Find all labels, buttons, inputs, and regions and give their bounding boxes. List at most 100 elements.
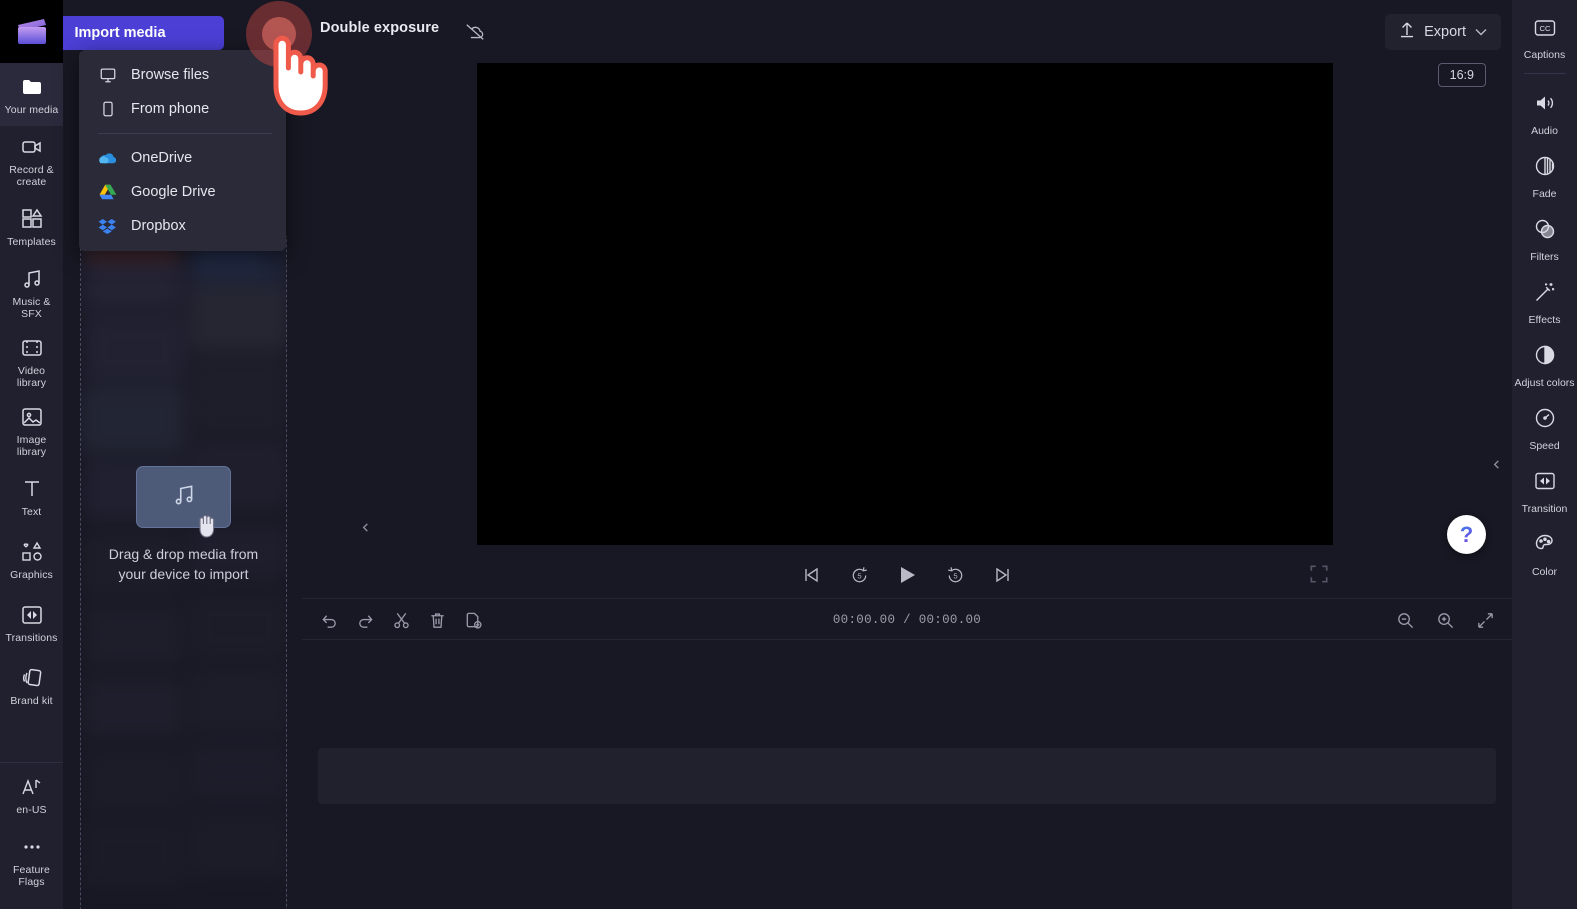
- dropdown-item-onedrive[interactable]: OneDrive: [79, 141, 286, 175]
- right-item-label: Captions: [1524, 49, 1565, 61]
- fade-icon: [1533, 154, 1557, 183]
- folder-icon: [20, 75, 44, 99]
- collapse-media-panel-button[interactable]: [357, 501, 373, 553]
- collapse-right-panel-button[interactable]: [1488, 438, 1504, 490]
- chevron-down-icon: [1475, 23, 1487, 41]
- import-media-dropdown: Browse files From phone OneDrive: [79, 50, 286, 251]
- right-item-captions[interactable]: CC Captions: [1512, 8, 1577, 69]
- magnifier-plus-icon[interactable]: [1432, 607, 1458, 633]
- sidebar-item-graphics[interactable]: Graphics: [0, 528, 63, 591]
- timeline-track[interactable]: [318, 748, 1496, 804]
- onedrive-icon: [98, 149, 117, 168]
- sidebar-item-image-library[interactable]: Image library: [0, 396, 63, 465]
- sidebar-item-text[interactable]: Text: [0, 465, 63, 528]
- cc-icon: CC: [1533, 17, 1557, 44]
- palette-icon: [1533, 532, 1557, 561]
- sidebar-item-video-library[interactable]: Video library: [0, 327, 63, 396]
- sidebar-item-music-sfx[interactable]: Music & SFX: [0, 258, 63, 327]
- dropzone-media-card: [136, 466, 231, 528]
- right-item-color[interactable]: Color: [1512, 523, 1577, 586]
- sidebar-item-label: Music & SFX: [2, 296, 61, 320]
- right-item-label: Speed: [1529, 440, 1559, 452]
- right-item-effects[interactable]: Effects: [1512, 271, 1577, 334]
- dropdown-item-from-phone[interactable]: From phone: [79, 92, 286, 126]
- language-icon: [20, 775, 44, 799]
- timeline-toolbar: 00:00.00 / 00:00.00: [302, 598, 1512, 640]
- skip-next-icon[interactable]: [990, 562, 1016, 588]
- image-icon: [20, 405, 44, 429]
- right-item-speed[interactable]: Speed: [1512, 397, 1577, 460]
- help-button[interactable]: ?: [1447, 515, 1486, 554]
- sidebar-item-label: Transitions: [5, 632, 57, 644]
- dropdown-item-dropbox[interactable]: Dropbox: [79, 209, 286, 243]
- skip-previous-icon[interactable]: [798, 562, 824, 588]
- dropzone-label: Drag & drop media from your device to im…: [96, 544, 271, 584]
- svg-text:5: 5: [953, 571, 957, 580]
- rewind-5-icon[interactable]: 5: [846, 562, 872, 588]
- sidebar-item-label: Record & create: [2, 164, 61, 188]
- right-item-label: Fade: [1533, 188, 1557, 200]
- fit-screen-icon[interactable]: [1472, 607, 1498, 633]
- right-item-label: Audio: [1531, 125, 1558, 137]
- media-dropzone[interactable]: Drag & drop media from your device to im…: [80, 233, 287, 909]
- transition-icon: [1533, 469, 1557, 498]
- sidebar-item-feature-flags[interactable]: Feature Flags: [0, 826, 63, 895]
- phone-icon: [98, 100, 117, 119]
- export-label: Export: [1424, 24, 1466, 40]
- right-item-fade[interactable]: Fade: [1512, 145, 1577, 208]
- timeline-timecode: 00:00.00 / 00:00.00: [302, 599, 1512, 641]
- right-item-audio[interactable]: Audio: [1512, 82, 1577, 145]
- dropdown-item-google-drive[interactable]: Google Drive: [79, 175, 286, 209]
- top-toolbar: [63, 0, 1577, 63]
- upload-arrow-icon: [1399, 21, 1415, 43]
- sidebar-item-label: Image library: [2, 434, 61, 458]
- sidebar-item-brand-kit[interactable]: Brand kit: [0, 654, 63, 717]
- filters-circles-icon: [1533, 217, 1557, 246]
- clapperboard-icon: [15, 17, 49, 47]
- rail-bottom-group: en-US Feature Flags: [0, 762, 63, 909]
- preview-area: 16:9 5 5: [302, 63, 1512, 598]
- dropdown-divider: [98, 133, 272, 134]
- export-button[interactable]: Export: [1385, 14, 1501, 50]
- chevron-left-icon: [1491, 459, 1502, 470]
- music-note-icon: [20, 267, 44, 291]
- left-navigation-rail: Your media Record & create Templates Mus…: [0, 0, 63, 909]
- question-mark-icon: ?: [1460, 524, 1473, 546]
- video-preview-canvas[interactable]: [477, 63, 1333, 545]
- right-item-label: Effects: [1529, 314, 1561, 326]
- timeline-body[interactable]: [302, 640, 1512, 909]
- cloud-off-icon[interactable]: [464, 22, 486, 42]
- sidebar-item-your-media[interactable]: Your media: [0, 63, 63, 126]
- sidebar-item-language[interactable]: en-US: [0, 763, 63, 826]
- clipchamp-editor: Your media Record & create Templates Mus…: [0, 0, 1577, 909]
- rail-divider: [1524, 73, 1566, 74]
- dropbox-icon: [98, 217, 117, 236]
- sidebar-item-label: en-US: [16, 804, 46, 816]
- sidebar-item-label: Brand kit: [10, 695, 52, 707]
- half-circle-icon: [1533, 343, 1557, 372]
- dropdown-item-label: Google Drive: [131, 184, 216, 200]
- clipchamp-logo[interactable]: [0, 0, 63, 63]
- sidebar-item-templates[interactable]: Templates: [0, 195, 63, 258]
- project-title: Double exposure: [320, 20, 439, 36]
- sidebar-item-transitions[interactable]: Transitions: [0, 591, 63, 654]
- aspect-ratio-badge[interactable]: 16:9: [1438, 63, 1486, 87]
- magnifier-minus-icon[interactable]: [1392, 607, 1418, 633]
- sidebar-item-label: Your media: [5, 104, 59, 116]
- sidebar-item-label: Text: [22, 506, 42, 518]
- dropdown-item-label: Dropbox: [131, 218, 186, 234]
- fullscreen-icon[interactable]: [1308, 563, 1330, 585]
- right-item-adjust-colors[interactable]: Adjust colors: [1512, 334, 1577, 397]
- sidebar-item-label: Graphics: [10, 569, 53, 581]
- dropdown-item-browse-files[interactable]: Browse files: [79, 58, 286, 92]
- video-camera-icon: [20, 135, 44, 159]
- sidebar-item-label: Feature Flags: [2, 864, 61, 888]
- right-item-filters[interactable]: Filters: [1512, 208, 1577, 271]
- sidebar-item-label: Templates: [7, 236, 56, 248]
- dropzone-content: Drag & drop media from your device to im…: [81, 466, 286, 584]
- play-button[interactable]: [894, 562, 920, 588]
- speedometer-icon: [1533, 406, 1557, 435]
- sidebar-item-record-create[interactable]: Record & create: [0, 126, 63, 195]
- right-item-transition[interactable]: Transition: [1512, 460, 1577, 523]
- forward-5-icon[interactable]: 5: [942, 562, 968, 588]
